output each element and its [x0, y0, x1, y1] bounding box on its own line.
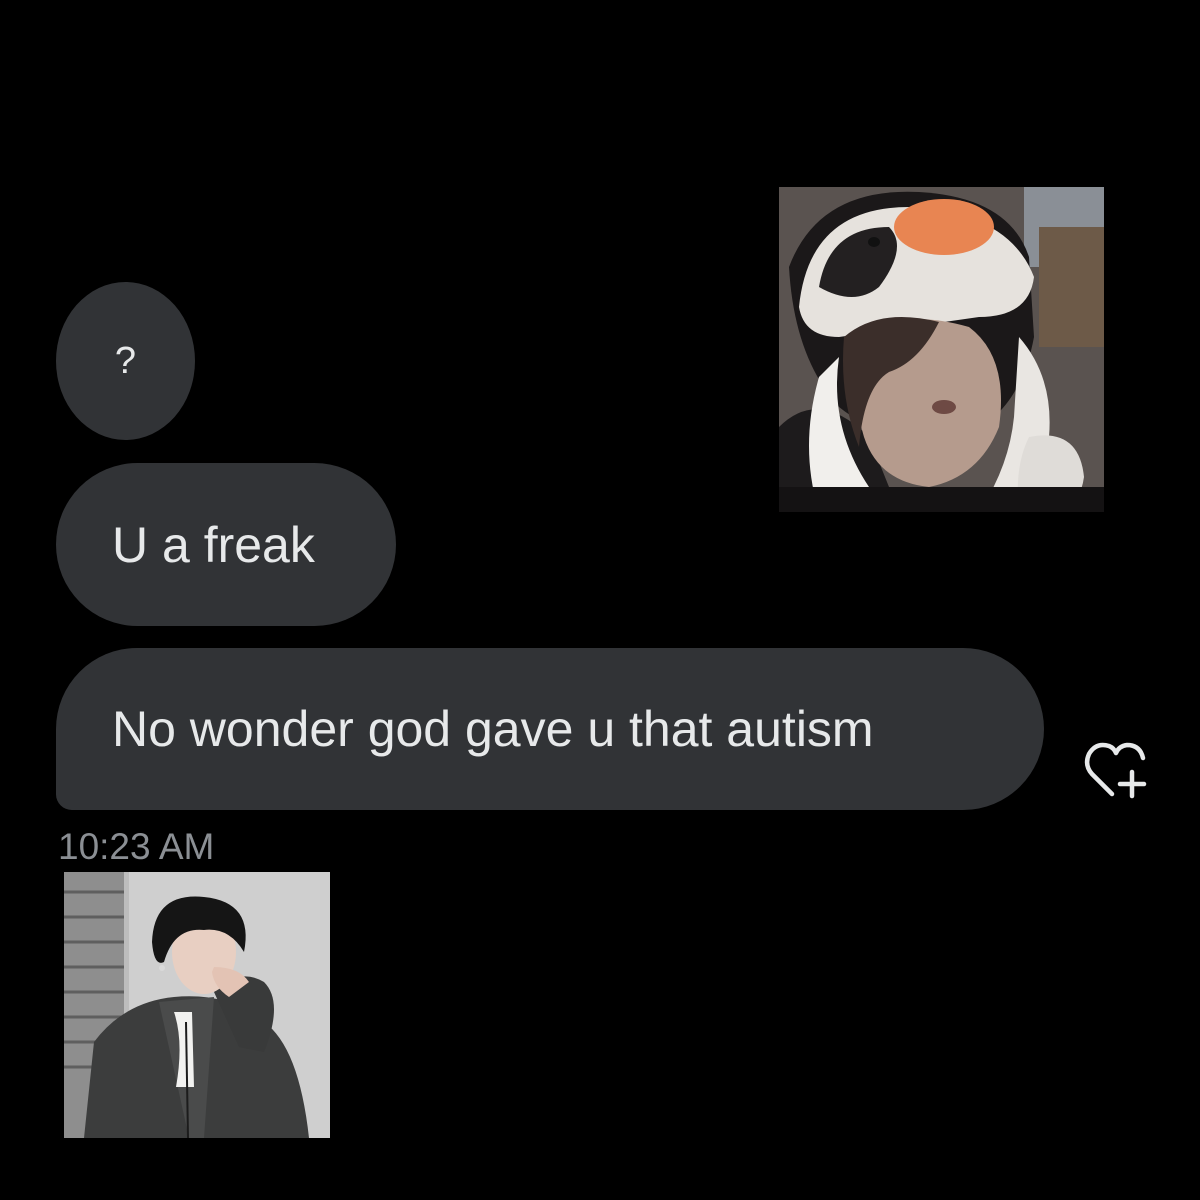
penguin-hat-illustration	[779, 187, 1104, 512]
message-timestamp: 10:23 AM	[58, 826, 215, 867]
sweater-person-illustration	[64, 872, 330, 1138]
message-bubble-autism[interactable]: No wonder god gave u that autism	[56, 648, 1044, 810]
heart-plus-icon	[1084, 742, 1147, 799]
react-button[interactable]	[1082, 738, 1150, 802]
message-text: ?	[114, 339, 137, 382]
message-bubble-freak[interactable]: U a freak	[56, 463, 396, 626]
message-bubble-question[interactable]: ?	[56, 282, 195, 440]
penguin-hat-photo	[779, 187, 1104, 512]
message-text: No wonder god gave u that autism	[112, 701, 874, 757]
sweater-person-photo	[64, 872, 330, 1138]
message-text: U a freak	[112, 516, 315, 573]
